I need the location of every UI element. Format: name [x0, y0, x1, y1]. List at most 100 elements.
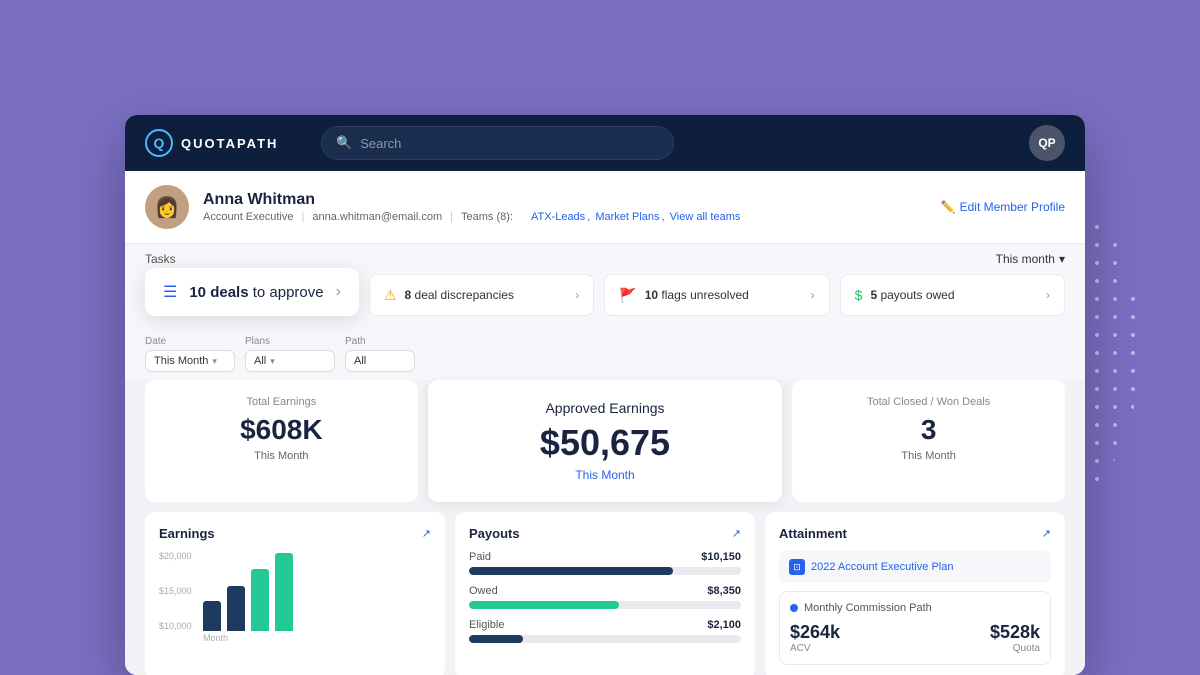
- date-filter: Date This Month ▾: [145, 336, 235, 372]
- edit-profile-label: Edit Member Profile: [960, 200, 1065, 214]
- path-filter-select[interactable]: All: [345, 350, 415, 372]
- payout-owed-track: [469, 601, 741, 609]
- edit-profile-button[interactable]: ✏️ Edit Member Profile: [941, 200, 1065, 214]
- total-earnings-label: Total Earnings: [161, 396, 402, 408]
- payout-eligible-fill: [469, 635, 523, 643]
- plans-chevron-icon: ▾: [270, 356, 275, 367]
- approved-earnings-label: Approved Earnings: [448, 400, 763, 416]
- payout-owed-fill: [469, 601, 619, 609]
- discrepancies-suffix: deal discrepancies: [411, 288, 514, 302]
- acv-value: $264k: [790, 622, 840, 643]
- payout-paid-fill: [469, 567, 673, 575]
- payout-eligible-track: [469, 635, 741, 643]
- profile-role: Account Executive: [203, 211, 294, 223]
- total-earnings-value: $608K: [161, 414, 402, 446]
- acv-item: $264k ACV: [790, 622, 840, 654]
- teams-links[interactable]: ATX-Leads, Market Plans, View all teams: [529, 211, 742, 223]
- quota-value: $528k: [990, 622, 1040, 643]
- chart-bar: [227, 586, 245, 631]
- earnings-panel-header: Earnings ↗: [159, 526, 431, 541]
- deal-discrepancies-card[interactable]: ⚠ 8 deal discrepancies ›: [369, 274, 594, 316]
- discrepancies-text: 8 deal discrepancies: [405, 288, 568, 302]
- stat-cards: Total Earnings $608K This Month Approved…: [145, 380, 1065, 502]
- payouts-rows: Paid $10,150 Owed $8,350: [469, 551, 741, 643]
- team-link-2[interactable]: Market Plans: [595, 211, 659, 223]
- attainment-external-link-icon[interactable]: ↗: [1042, 527, 1051, 540]
- divider: |: [302, 211, 305, 223]
- chevron-right-icon: ›: [336, 283, 341, 301]
- payout-paid-label: Paid: [469, 551, 491, 563]
- payout-eligible-amount: $2,100: [707, 619, 741, 631]
- payout-paid-header: Paid $10,150: [469, 551, 741, 563]
- deals-suffix: to approve: [249, 284, 324, 301]
- teams-label: Teams (8):: [461, 211, 513, 223]
- payout-row-owed: Owed $8,350: [469, 585, 741, 609]
- chevron-right-icon-3: ›: [811, 288, 815, 302]
- payout-row-eligible: Eligible $2,100: [469, 619, 741, 643]
- search-icon: 🔍: [336, 135, 352, 151]
- period-dropdown[interactable]: This month ▾: [996, 252, 1065, 266]
- divider2: |: [450, 211, 453, 223]
- profile-info: Anna Whitman Account Executive | anna.wh…: [203, 191, 927, 223]
- month-label: Month: [159, 633, 431, 643]
- total-deals-card: Total Closed / Won Deals 3 This Month: [792, 380, 1065, 502]
- commission-path-row: Monthly Commission Path: [790, 602, 1040, 614]
- flags-card[interactable]: 🚩 10 flags unresolved ›: [604, 274, 829, 316]
- team-link-3[interactable]: View all teams: [670, 211, 741, 223]
- dollar-icon: $: [855, 287, 863, 303]
- plan-name: 2022 Account Executive Plan: [811, 561, 953, 573]
- plans-filter: Plans All ▾: [245, 336, 335, 372]
- chevron-right-icon-2: ›: [575, 288, 579, 302]
- quota-item: $528k Quota: [990, 622, 1040, 654]
- acv-label: ACV: [790, 643, 840, 654]
- payouts-panel-title: Payouts: [469, 526, 520, 541]
- approved-earnings-period: This Month: [448, 468, 763, 482]
- plans-filter-value: All: [254, 355, 266, 367]
- avatar: 👩: [145, 185, 189, 229]
- y-label-2: $15,000: [159, 586, 192, 596]
- total-deals-label: Total Closed / Won Deals: [808, 396, 1049, 408]
- date-filter-value: This Month: [154, 355, 208, 367]
- payouts-panel: Payouts ↗ Paid $10,150: [455, 512, 755, 675]
- attainment-panel: Attainment ↗ ⊡ 2022 Account Executive Pl…: [765, 512, 1065, 675]
- chart-bar: [275, 553, 293, 631]
- attainment-plan-row: ⊡ 2022 Account Executive Plan: [779, 551, 1051, 583]
- warning-icon: ⚠: [384, 287, 397, 304]
- earnings-external-link-icon[interactable]: ↗: [422, 527, 431, 540]
- total-deals-value: 3: [808, 414, 1049, 446]
- commission-dot: [790, 604, 798, 612]
- payout-owed-label: Owed: [469, 585, 498, 597]
- acv-row: $264k ACV $528k Quota: [790, 622, 1040, 654]
- path-filter-label: Path: [345, 336, 415, 347]
- deals-approve-card[interactable]: ☰ 10 deals to approve ›: [145, 268, 359, 316]
- logo-icon: Q: [145, 129, 173, 157]
- approved-earnings-card: Approved Earnings $50,675 This Month: [428, 380, 783, 502]
- quota-label: Quota: [990, 643, 1040, 654]
- earnings-chart: $20,000 $15,000 $10,000 Month: [159, 551, 431, 641]
- commission-card: Monthly Commission Path $264k ACV $528k …: [779, 591, 1051, 665]
- payouts-external-link-icon[interactable]: ↗: [732, 527, 741, 540]
- attainment-panel-title: Attainment: [779, 526, 847, 541]
- payout-owed-header: Owed $8,350: [469, 585, 741, 597]
- y-label-3: $10,000: [159, 621, 192, 631]
- earnings-panel-title: Earnings: [159, 526, 215, 541]
- nav-avatar[interactable]: QP: [1029, 125, 1065, 161]
- profile-email: anna.whitman@email.com: [312, 211, 442, 223]
- search-bar[interactable]: 🔍 Search: [321, 126, 674, 160]
- team-link-1[interactable]: ATX-Leads: [531, 211, 585, 223]
- chart-bars: [159, 551, 431, 631]
- payouts-owed-card[interactable]: $ 5 payouts owed ›: [840, 274, 1065, 316]
- flags-count: 10: [645, 288, 658, 302]
- pencil-icon: ✏️: [941, 200, 956, 214]
- chart-bar: [203, 601, 221, 631]
- flags-suffix: flags unresolved: [658, 288, 749, 302]
- checklist-icon: ☰: [163, 282, 177, 302]
- plan-icon: ⊡: [789, 559, 805, 575]
- payout-paid-track: [469, 567, 741, 575]
- total-earnings-card: Total Earnings $608K This Month: [145, 380, 418, 502]
- payout-row-paid: Paid $10,150: [469, 551, 741, 575]
- date-filter-select[interactable]: This Month ▾: [145, 350, 235, 372]
- deals-text: 10 deals to approve: [189, 284, 323, 301]
- navbar: Q QUOTAPATH 🔍 Search QP: [125, 115, 1085, 171]
- plans-filter-select[interactable]: All ▾: [245, 350, 335, 372]
